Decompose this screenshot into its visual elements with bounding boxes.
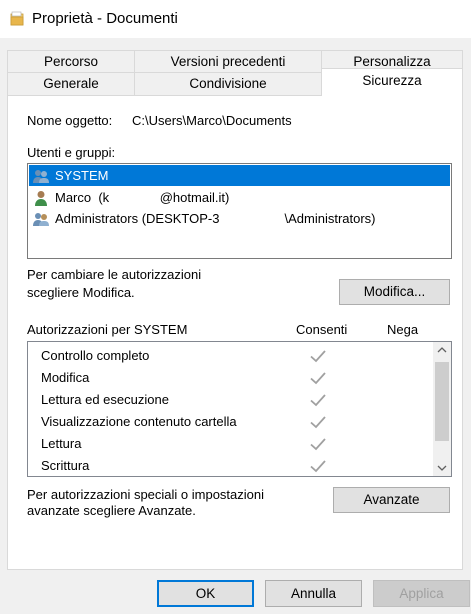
allow-check-icon xyxy=(310,394,326,407)
tab-condivisione[interactable]: Condivisione xyxy=(134,72,322,96)
object-name-label: Nome oggetto: xyxy=(27,113,113,128)
tab-generale[interactable]: Generale xyxy=(7,72,135,96)
user-icon xyxy=(35,190,47,206)
user-name: Marco (k @hotmail.it) xyxy=(55,190,230,205)
scrollbar-thumb[interactable] xyxy=(435,362,449,441)
group-users-icon xyxy=(33,212,49,226)
advanced-hint-line1: Per autorizzazioni speciali o impostazio… xyxy=(27,487,265,502)
allow-check-icon xyxy=(310,416,326,429)
allow-check-icon xyxy=(310,350,326,363)
permissions-list[interactable]: Controllo completo Modifica Lettura ed e… xyxy=(27,341,452,477)
user-name: Administrators (DESKTOP-3 \Administrator… xyxy=(55,211,376,226)
permission-row: Visualizzazione contenuto cartella xyxy=(28,411,433,433)
edit-button[interactable]: Modifica... xyxy=(339,279,450,305)
object-name-value: C:\Users\Marco\Documents xyxy=(132,113,292,128)
users-listbox[interactable]: SYSTEM Marco (k @hotmail.it) Administrat… xyxy=(27,163,452,259)
permission-row: Modifica xyxy=(28,367,433,389)
permission-row: Lettura xyxy=(28,433,433,455)
allow-check-icon xyxy=(310,460,326,473)
permission-name: Lettura ed esecuzione xyxy=(41,392,169,407)
advanced-hint-line2: avanzate scegliere Avanzate. xyxy=(27,503,196,518)
allow-header: Consenti xyxy=(296,322,348,337)
change-hint-line2: scegliere Modifica. xyxy=(27,285,135,300)
advanced-button[interactable]: Avanzate xyxy=(333,487,450,513)
permission-name: Lettura xyxy=(41,436,82,451)
list-item[interactable]: Administrators (DESKTOP-3 \Administrator… xyxy=(29,208,450,229)
ok-button[interactable]: OK xyxy=(157,580,254,607)
tab-percorso[interactable]: Percorso xyxy=(7,50,135,74)
permission-name: Visualizzazione contenuto cartella xyxy=(41,414,237,429)
user-name: SYSTEM xyxy=(55,168,109,183)
allow-check-icon xyxy=(310,438,326,451)
permissions-header: Autorizzazioni per SYSTEM xyxy=(27,322,188,337)
cancel-button[interactable]: Annulla xyxy=(265,580,362,607)
allow-check-icon xyxy=(310,372,326,385)
permission-name: Controllo completo xyxy=(41,348,150,363)
change-hint-line1: Per cambiare le autorizzazioni xyxy=(27,267,202,282)
list-item[interactable]: SYSTEM xyxy=(29,165,450,186)
tab-sicurezza[interactable]: Sicurezza xyxy=(321,68,463,96)
permissions-scrollbar[interactable] xyxy=(433,342,451,476)
permission-row: Scrittura xyxy=(28,455,433,476)
folder-icon xyxy=(10,11,24,26)
permission-row: Controllo completo xyxy=(28,345,433,367)
title-bar[interactable]: Proprietà - Documenti xyxy=(0,0,471,38)
permission-name: Modifica xyxy=(41,370,90,385)
permission-row: Lettura ed esecuzione xyxy=(28,389,433,411)
scroll-up-icon[interactable] xyxy=(433,342,451,359)
groups-label: Utenti e gruppi: xyxy=(27,145,116,160)
list-item[interactable]: Marco (k @hotmail.it) xyxy=(29,187,450,208)
apply-button[interactable]: Applica xyxy=(373,580,470,607)
group-users-icon xyxy=(33,169,49,183)
permission-name: Scrittura xyxy=(41,458,90,473)
window-title: Proprietà - Documenti xyxy=(32,10,178,27)
scroll-down-icon[interactable] xyxy=(433,459,451,476)
tab-versioni-precedenti[interactable]: Versioni precedenti xyxy=(134,50,322,74)
deny-header: Nega xyxy=(387,322,419,337)
